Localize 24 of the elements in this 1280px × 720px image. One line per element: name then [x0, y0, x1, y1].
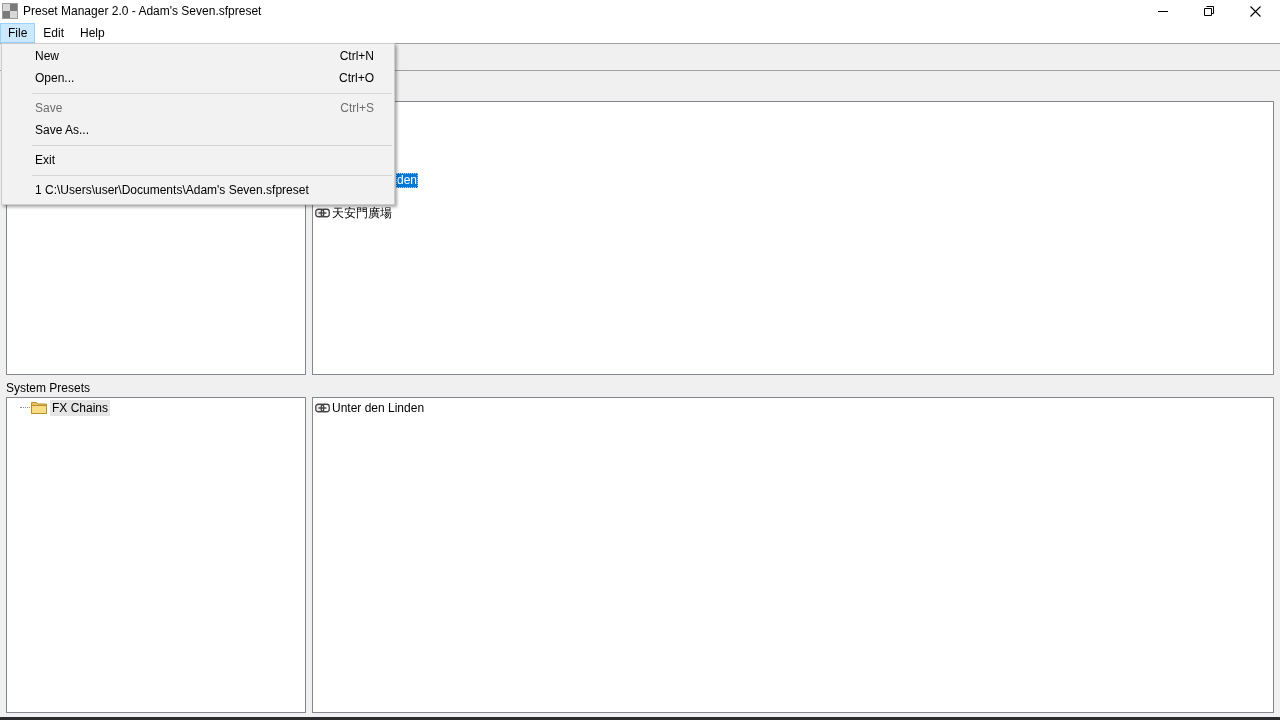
- menu-item[interactable]: New Ctrl+N: [4, 45, 392, 67]
- preset-item[interactable]: Unter den Linden: [331, 400, 426, 416]
- shortcut-text: Ctrl+N: [339, 49, 374, 63]
- preset-item[interactable]: den: [396, 172, 419, 188]
- minimize-icon: [1158, 10, 1168, 12]
- menu-item[interactable]: Open... Ctrl+O: [4, 67, 392, 89]
- close-icon: [1249, 5, 1261, 17]
- shortcut-text: Ctrl+O: [339, 71, 374, 85]
- menu-item[interactable]: 1 C:\Users\user\Documents\Adam's Seven.sfpreset: [4, 179, 392, 201]
- app-icon: [2, 3, 18, 19]
- tree-item[interactable]: FX Chains: [50, 399, 111, 416]
- window-title: Preset Manager 2.0 - Adam's Seven.sfpreset: [23, 4, 262, 18]
- preset-item[interactable]: 天安門廣場: [331, 205, 393, 221]
- menu-bar-item[interactable]: Edit: [35, 23, 73, 43]
- restore-icon: [1204, 6, 1214, 16]
- menu-item[interactable]: Exit: [4, 149, 392, 171]
- menu-bar-item[interactable]: File: [0, 23, 36, 43]
- menu-item[interactable]: Save As...: [4, 119, 392, 141]
- shortcut-text: Ctrl+S: [340, 101, 374, 115]
- section-label: System Presets: [6, 381, 91, 395]
- menu-bar-item[interactable]: Help: [72, 23, 113, 43]
- chain-link-icon: [315, 403, 330, 413]
- folder-icon: [31, 401, 47, 414]
- chain-link-icon: [315, 208, 330, 218]
